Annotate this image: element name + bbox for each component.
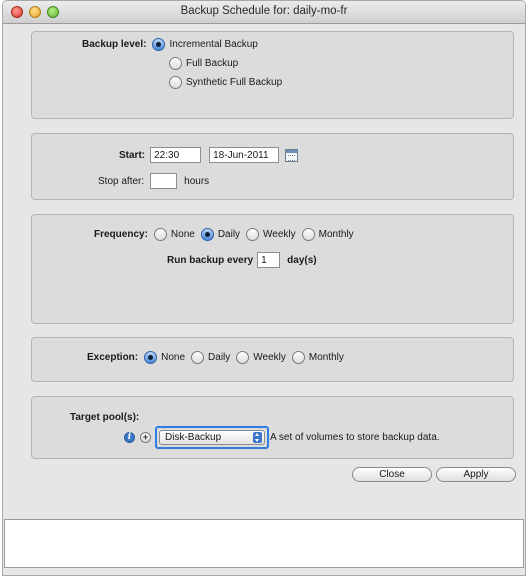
backup-level-synthetic-radio[interactable]: [169, 76, 182, 89]
frequency-label: Frequency:: [94, 229, 148, 240]
start-date-field[interactable]: 18-Jun-2011: [209, 147, 280, 163]
start-time-field[interactable]: 22:30: [150, 147, 202, 163]
window-title: Backup Schedule for: daily-mo-fr: [180, 5, 348, 17]
title-bar: Backup Schedule for: daily-mo-fr: [3, 1, 525, 24]
target-pool-focus-ring: Disk-Backup: [155, 426, 269, 449]
target-pool-selected-value: Disk-Backup: [165, 432, 222, 443]
frequency-weekly-label[interactable]: Weekly: [263, 229, 296, 240]
backup-level-incremental-label[interactable]: Incremental Backup: [169, 39, 257, 50]
backup-level-panel: Backup level: Incremental Backup Full Ba…: [31, 31, 514, 119]
target-pool-label: Target pool(s):: [70, 412, 140, 423]
info-icon[interactable]: i: [124, 432, 135, 443]
apply-button[interactable]: Apply: [436, 467, 516, 482]
backup-level-label: Backup level:: [82, 39, 147, 50]
stop-after-label: Stop after:: [98, 175, 145, 187]
start-panel: Start: 22:30 18-Jun-2011 Stop after: hou…: [31, 133, 514, 200]
exception-monthly-radio[interactable]: [291, 351, 305, 364]
backup-level-full-radio[interactable]: [169, 57, 182, 70]
stop-after-field[interactable]: [150, 173, 178, 189]
frequency-none-label[interactable]: None: [171, 229, 195, 240]
run-every-label: Run backup every: [167, 254, 254, 266]
calendar-icon[interactable]: [285, 148, 299, 162]
run-every-field[interactable]: 1: [257, 252, 281, 268]
exception-label: Exception:: [87, 352, 139, 363]
frequency-monthly-label[interactable]: Monthly: [319, 229, 354, 240]
frequency-daily-radio[interactable]: [200, 228, 214, 241]
exception-none-radio[interactable]: [144, 351, 158, 364]
exception-daily-radio[interactable]: [191, 351, 205, 364]
exception-weekly-label[interactable]: Weekly: [253, 352, 286, 363]
frequency-none-radio[interactable]: [153, 228, 167, 241]
run-every-unit: day(s): [287, 254, 317, 266]
backup-level-full-label[interactable]: Full Backup: [186, 58, 238, 69]
frequency-weekly-radio[interactable]: [246, 228, 260, 241]
target-pool-description: A set of volumes to store backup data.: [270, 432, 440, 443]
target-pool-panel: Target pool(s): i + Disk-Backup A set of…: [31, 396, 514, 459]
exception-weekly-radio[interactable]: [236, 351, 250, 364]
exception-panel: Exception: None Daily Weekly Monthly: [31, 337, 514, 382]
plus-icon[interactable]: +: [140, 432, 151, 443]
message-area: [4, 519, 524, 568]
exception-daily-label[interactable]: Daily: [208, 352, 230, 363]
frequency-panel: Frequency: None Daily Weekly Monthly Run…: [31, 214, 514, 324]
close-button[interactable]: Close: [352, 467, 432, 482]
target-pool-select[interactable]: Disk-Backup: [159, 430, 265, 445]
hours-label: hours: [184, 175, 210, 187]
select-arrows-icon: [253, 432, 262, 443]
exception-none-label[interactable]: None: [161, 352, 185, 363]
frequency-daily-label[interactable]: Daily: [218, 229, 240, 240]
backup-level-synthetic-label[interactable]: Synthetic Full Backup: [186, 77, 282, 88]
backup-schedule-window: Backup Schedule for: daily-mo-fr Backup …: [2, 0, 526, 576]
frequency-monthly-radio[interactable]: [301, 228, 315, 241]
exception-monthly-label[interactable]: Monthly: [309, 352, 344, 363]
backup-level-incremental-radio[interactable]: [152, 38, 166, 51]
start-label: Start:: [119, 149, 146, 161]
